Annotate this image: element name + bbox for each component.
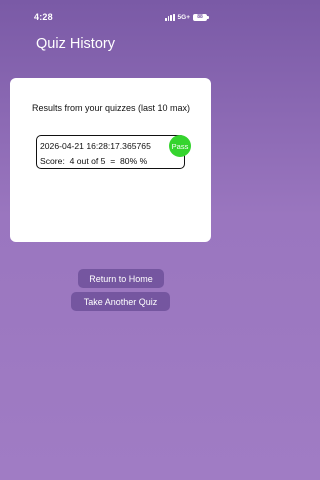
status-bar: 4:28 5G+ 88 [0, 0, 221, 34]
status-time: 4:28 [34, 12, 53, 22]
status-indicators: 5G+ 88 [165, 13, 209, 21]
history-card: Results from your quizzes (last 10 max) … [10, 78, 211, 311]
take-another-quiz-button[interactable]: Take Another Quiz [71, 292, 170, 311]
entry-date: 2026-04-21 16:28:17.365765 [40, 141, 151, 151]
pass-badge: Pass [169, 135, 191, 157]
history-entry: 2026-04-21 16:28:17.365765 Score: 4 out … [36, 135, 191, 169]
battery-icon: 88 [193, 13, 209, 21]
page-title: Quiz History [36, 36, 115, 52]
battery-level: 88 [197, 14, 203, 20]
network-type: 5G+ [177, 13, 190, 21]
return-home-button[interactable]: Return to Home [78, 269, 164, 288]
history-heading: Results from your quizzes (last 10 max) [32, 103, 191, 113]
signal-icon [165, 13, 175, 21]
entry-score: Score: 4 out of 5 = 80% % [40, 156, 148, 166]
